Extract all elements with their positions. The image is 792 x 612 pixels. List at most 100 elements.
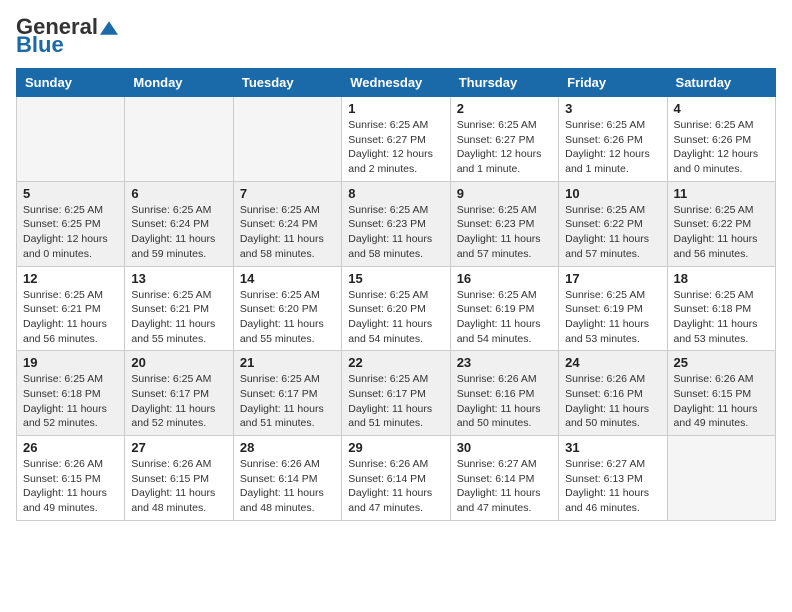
day-number: 29 <box>348 440 443 455</box>
day-number: 21 <box>240 355 335 370</box>
day-info: Sunrise: 6:25 AM Sunset: 6:17 PM Dayligh… <box>131 372 226 431</box>
page-header: General Blue <box>16 16 776 56</box>
day-number: 2 <box>457 101 552 116</box>
day-info: Sunrise: 6:25 AM Sunset: 6:18 PM Dayligh… <box>674 288 769 347</box>
calendar-cell: 4 Sunrise: 6:25 AM Sunset: 6:26 PM Daylig… <box>667 97 775 182</box>
day-info: Sunrise: 6:25 AM Sunset: 6:26 PM Dayligh… <box>565 118 660 177</box>
day-number: 13 <box>131 271 226 286</box>
calendar-cell <box>667 436 775 521</box>
day-header-thursday: Thursday <box>450 69 558 97</box>
day-number: 5 <box>23 186 118 201</box>
day-number: 4 <box>674 101 769 116</box>
day-info: Sunrise: 6:25 AM Sunset: 6:21 PM Dayligh… <box>131 288 226 347</box>
calendar-cell: 22 Sunrise: 6:25 AM Sunset: 6:17 PM Dayli… <box>342 351 450 436</box>
calendar-cell: 26 Sunrise: 6:26 AM Sunset: 6:15 PM Dayli… <box>17 436 125 521</box>
day-number: 11 <box>674 186 769 201</box>
day-info: Sunrise: 6:26 AM Sunset: 6:15 PM Dayligh… <box>131 457 226 516</box>
day-number: 16 <box>457 271 552 286</box>
day-info: Sunrise: 6:25 AM Sunset: 6:23 PM Dayligh… <box>348 203 443 262</box>
calendar-week-row: 19Sunrise: 6:25 AM Sunset: 6:18 PM Dayli… <box>17 351 776 436</box>
calendar-cell: 14 Sunrise: 6:25 AM Sunset: 6:20 PM Dayli… <box>233 266 341 351</box>
day-number: 19 <box>23 355 118 370</box>
calendar-cell: 16 Sunrise: 6:25 AM Sunset: 6:19 PM Dayli… <box>450 266 558 351</box>
calendar-cell: 18 Sunrise: 6:25 AM Sunset: 6:18 PM Dayli… <box>667 266 775 351</box>
calendar-cell: 10Sunrise: 6:25 AM Sunset: 6:22 PM Dayli… <box>559 181 667 266</box>
calendar-cell <box>233 97 341 182</box>
calendar-cell: 9Sunrise: 6:25 AM Sunset: 6:23 PM Daylig… <box>450 181 558 266</box>
day-info: Sunrise: 6:25 AM Sunset: 6:24 PM Dayligh… <box>240 203 335 262</box>
calendar-cell: 2 Sunrise: 6:25 AM Sunset: 6:27 PM Daylig… <box>450 97 558 182</box>
calendar-cell: 29 Sunrise: 6:26 AM Sunset: 6:14 PM Dayli… <box>342 436 450 521</box>
day-number: 25 <box>674 355 769 370</box>
day-number: 27 <box>131 440 226 455</box>
day-info: Sunrise: 6:25 AM Sunset: 6:20 PM Dayligh… <box>348 288 443 347</box>
logo-blue: Blue <box>16 34 64 56</box>
calendar-cell: 5 Sunrise: 6:25 AM Sunset: 6:25 PM Daylig… <box>17 181 125 266</box>
calendar-cell: 28 Sunrise: 6:26 AM Sunset: 6:14 PM Dayli… <box>233 436 341 521</box>
day-number: 20 <box>131 355 226 370</box>
calendar-cell: 1 Sunrise: 6:25 AM Sunset: 6:27 PM Daylig… <box>342 97 450 182</box>
day-info: Sunrise: 6:25 AM Sunset: 6:24 PM Dayligh… <box>131 203 226 262</box>
day-header-sunday: Sunday <box>17 69 125 97</box>
day-number: 17 <box>565 271 660 286</box>
calendar-cell: 30Sunrise: 6:27 AM Sunset: 6:14 PM Dayli… <box>450 436 558 521</box>
day-number: 15 <box>348 271 443 286</box>
calendar-cell: 15 Sunrise: 6:25 AM Sunset: 6:20 PM Dayli… <box>342 266 450 351</box>
day-info: Sunrise: 6:25 AM Sunset: 6:21 PM Dayligh… <box>23 288 118 347</box>
day-info: Sunrise: 6:25 AM Sunset: 6:17 PM Dayligh… <box>348 372 443 431</box>
calendar-cell: 20 Sunrise: 6:25 AM Sunset: 6:17 PM Dayli… <box>125 351 233 436</box>
day-info: Sunrise: 6:27 AM Sunset: 6:13 PM Dayligh… <box>565 457 660 516</box>
calendar-week-row: 12 Sunrise: 6:25 AM Sunset: 6:21 PM Dayli… <box>17 266 776 351</box>
day-number: 3 <box>565 101 660 116</box>
day-header-monday: Monday <box>125 69 233 97</box>
calendar-cell: 24Sunrise: 6:26 AM Sunset: 6:16 PM Dayli… <box>559 351 667 436</box>
day-header-tuesday: Tuesday <box>233 69 341 97</box>
calendar-cell: 17Sunrise: 6:25 AM Sunset: 6:19 PM Dayli… <box>559 266 667 351</box>
day-info: Sunrise: 6:25 AM Sunset: 6:19 PM Dayligh… <box>457 288 552 347</box>
day-number: 8 <box>348 186 443 201</box>
calendar-cell <box>125 97 233 182</box>
calendar-week-row: 1 Sunrise: 6:25 AM Sunset: 6:27 PM Daylig… <box>17 97 776 182</box>
day-info: Sunrise: 6:26 AM Sunset: 6:14 PM Dayligh… <box>240 457 335 516</box>
calendar-cell: 19Sunrise: 6:25 AM Sunset: 6:18 PM Dayli… <box>17 351 125 436</box>
day-info: Sunrise: 6:26 AM Sunset: 6:15 PM Dayligh… <box>23 457 118 516</box>
day-number: 30 <box>457 440 552 455</box>
calendar-cell: 12 Sunrise: 6:25 AM Sunset: 6:21 PM Dayli… <box>17 266 125 351</box>
calendar-cell: 11 Sunrise: 6:25 AM Sunset: 6:22 PM Dayli… <box>667 181 775 266</box>
day-number: 18 <box>674 271 769 286</box>
day-number: 12 <box>23 271 118 286</box>
day-info: Sunrise: 6:26 AM Sunset: 6:15 PM Dayligh… <box>674 372 769 431</box>
day-header-wednesday: Wednesday <box>342 69 450 97</box>
calendar-week-row: 26 Sunrise: 6:26 AM Sunset: 6:15 PM Dayli… <box>17 436 776 521</box>
calendar-cell: 23Sunrise: 6:26 AM Sunset: 6:16 PM Dayli… <box>450 351 558 436</box>
day-number: 1 <box>348 101 443 116</box>
day-number: 28 <box>240 440 335 455</box>
day-number: 26 <box>23 440 118 455</box>
calendar-cell: 6Sunrise: 6:25 AM Sunset: 6:24 PM Daylig… <box>125 181 233 266</box>
calendar-cell: 3 Sunrise: 6:25 AM Sunset: 6:26 PM Daylig… <box>559 97 667 182</box>
calendar-cell: 25 Sunrise: 6:26 AM Sunset: 6:15 PM Dayli… <box>667 351 775 436</box>
day-info: Sunrise: 6:25 AM Sunset: 6:25 PM Dayligh… <box>23 203 118 262</box>
day-info: Sunrise: 6:25 AM Sunset: 6:26 PM Dayligh… <box>674 118 769 177</box>
day-info: Sunrise: 6:25 AM Sunset: 6:22 PM Dayligh… <box>674 203 769 262</box>
day-info: Sunrise: 6:26 AM Sunset: 6:16 PM Dayligh… <box>565 372 660 431</box>
day-info: Sunrise: 6:25 AM Sunset: 6:23 PM Dayligh… <box>457 203 552 262</box>
day-info: Sunrise: 6:26 AM Sunset: 6:14 PM Dayligh… <box>348 457 443 516</box>
day-info: Sunrise: 6:25 AM Sunset: 6:17 PM Dayligh… <box>240 372 335 431</box>
day-number: 31 <box>565 440 660 455</box>
calendar-cell: 31 Sunrise: 6:27 AM Sunset: 6:13 PM Dayli… <box>559 436 667 521</box>
calendar-cell: 13 Sunrise: 6:25 AM Sunset: 6:21 PM Dayli… <box>125 266 233 351</box>
logo: General Blue <box>16 16 118 56</box>
calendar-cell: 27 Sunrise: 6:26 AM Sunset: 6:15 PM Dayli… <box>125 436 233 521</box>
calendar-week-row: 5 Sunrise: 6:25 AM Sunset: 6:25 PM Daylig… <box>17 181 776 266</box>
calendar-cell: 7Sunrise: 6:25 AM Sunset: 6:24 PM Daylig… <box>233 181 341 266</box>
day-number: 14 <box>240 271 335 286</box>
day-info: Sunrise: 6:25 AM Sunset: 6:20 PM Dayligh… <box>240 288 335 347</box>
day-number: 23 <box>457 355 552 370</box>
calendar-header-row: SundayMondayTuesdayWednesdayThursdayFrid… <box>17 69 776 97</box>
day-info: Sunrise: 6:25 AM Sunset: 6:27 PM Dayligh… <box>348 118 443 177</box>
day-number: 10 <box>565 186 660 201</box>
calendar-table: SundayMondayTuesdayWednesdayThursdayFrid… <box>16 68 776 521</box>
day-info: Sunrise: 6:25 AM Sunset: 6:27 PM Dayligh… <box>457 118 552 177</box>
day-number: 22 <box>348 355 443 370</box>
